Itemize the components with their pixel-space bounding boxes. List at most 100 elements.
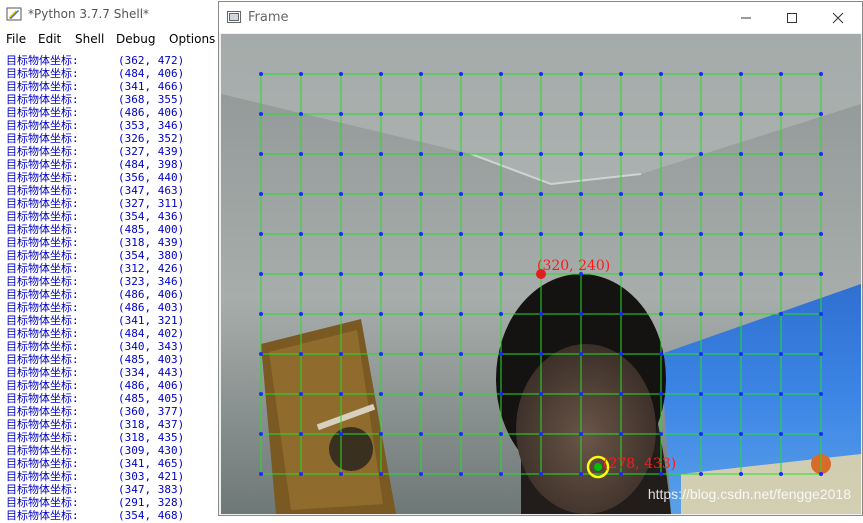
grid-dot <box>459 232 463 236</box>
grid-dot <box>539 352 543 356</box>
grid-dot <box>299 312 303 316</box>
grid-dot <box>459 432 463 436</box>
shell-titlebar[interactable]: *Python 3.7.7 Shell* <box>0 0 225 30</box>
grid-dot <box>419 152 423 156</box>
output-line: 目标物体坐标: (347, 383) <box>6 481 221 496</box>
grid-dot <box>659 472 663 476</box>
grid-dot <box>699 472 703 476</box>
grid-dot <box>579 232 583 236</box>
output-line: 目标物体坐标: (291, 328) <box>6 494 221 509</box>
grid-dot <box>619 392 623 396</box>
grid-dot <box>739 352 743 356</box>
grid-dot <box>779 432 783 436</box>
grid-dot <box>299 272 303 276</box>
grid-dot <box>619 72 623 76</box>
person-face <box>516 344 656 514</box>
grid-dot <box>459 392 463 396</box>
minimize-button[interactable] <box>723 2 769 33</box>
output-line: 目标物体坐标: (485, 403) <box>6 351 221 366</box>
grid-dot <box>419 352 423 356</box>
grid-dot <box>299 352 303 356</box>
grid-dot <box>699 192 703 196</box>
grid-dot <box>699 72 703 76</box>
grid-dot <box>739 392 743 396</box>
grid-dot <box>659 392 663 396</box>
output-line: 目标物体坐标: (327, 311) <box>6 195 221 210</box>
camera-view[interactable]: (320, 240) (278, 433) https://blog.csdn.… <box>221 34 861 514</box>
grid-dot <box>259 112 263 116</box>
grid-dot <box>779 392 783 396</box>
grid-dot <box>339 112 343 116</box>
output-line: 目标物体坐标: (486, 403) <box>6 299 221 314</box>
grid-dot <box>819 192 823 196</box>
menu-file[interactable]: File <box>6 32 26 46</box>
grid-dot <box>819 152 823 156</box>
close-button[interactable] <box>815 2 861 33</box>
grid-dot <box>699 352 703 356</box>
grid-dot <box>419 312 423 316</box>
grid-dot <box>739 432 743 436</box>
maximize-button[interactable] <box>769 2 815 33</box>
shell-output[interactable]: 目标物体坐标: (362, 472) 目标物体坐标: (484, 406) 目标物体坐标… <box>6 52 221 522</box>
grid-dot <box>539 432 543 436</box>
grid-dot <box>619 472 623 476</box>
grid-dot <box>819 272 823 276</box>
grid-dot <box>259 72 263 76</box>
grid-dot <box>619 352 623 356</box>
grid-dot <box>459 72 463 76</box>
grid-dot <box>379 392 383 396</box>
output-line: 目标物体坐标: (354, 380) <box>6 247 221 262</box>
grid-dot <box>299 192 303 196</box>
grid-dot <box>699 432 703 436</box>
grid-dot <box>779 192 783 196</box>
target-coordinate-label: (278, 433) <box>603 456 676 472</box>
output-line: 目标物体坐标: (340, 343) <box>6 338 221 353</box>
output-line: 目标物体坐标: (326, 352) <box>6 130 221 145</box>
grid-dot <box>819 232 823 236</box>
grid-dot <box>259 392 263 396</box>
grid-dot <box>699 152 703 156</box>
menu-shell[interactable]: Shell <box>75 32 104 46</box>
grid-dot <box>499 112 503 116</box>
grid-dot <box>579 192 583 196</box>
frame-titlebar[interactable]: Frame <box>219 2 862 33</box>
grid-dot <box>779 112 783 116</box>
output-line: 目标物体坐标: (318, 437) <box>6 416 221 431</box>
output-line: 目标物体坐标: (368, 355) <box>6 91 221 106</box>
frame-window-title: Frame <box>248 10 289 25</box>
grid-dot <box>499 72 503 76</box>
minimize-icon <box>741 17 751 18</box>
grid-dot <box>619 272 623 276</box>
output-line: 目标物体坐标: (485, 400) <box>6 221 221 236</box>
menu-debug[interactable]: Debug <box>116 32 155 46</box>
grid-dot <box>539 392 543 396</box>
grid-dot <box>739 112 743 116</box>
output-line: 目标物体坐标: (318, 439) <box>6 234 221 249</box>
grid-dot <box>579 312 583 316</box>
grid-dot <box>299 472 303 476</box>
grid-dot <box>659 352 663 356</box>
grid-dot <box>379 312 383 316</box>
grid-dot <box>259 432 263 436</box>
menu-edit[interactable]: Edit <box>38 32 61 46</box>
output-coordinate: (354, 468) <box>118 509 185 522</box>
grid-dot <box>659 272 663 276</box>
grid-dot <box>659 432 663 436</box>
grid-dot <box>659 72 663 76</box>
grid-dot <box>499 472 503 476</box>
grid-dot <box>499 232 503 236</box>
grid-dot <box>699 112 703 116</box>
grid-dot <box>579 112 583 116</box>
grid-dot <box>619 112 623 116</box>
grid-dot <box>339 72 343 76</box>
grid-dot <box>499 272 503 276</box>
grid-dot <box>539 312 543 316</box>
grid-dot <box>419 272 423 276</box>
grid-dot <box>739 232 743 236</box>
output-line: 目标物体坐标: (309, 430) <box>6 442 221 457</box>
grid-dot <box>379 232 383 236</box>
grid-dot <box>499 432 503 436</box>
grid-dot <box>539 472 543 476</box>
menu-options[interactable]: Options <box>169 32 215 46</box>
output-line: 目标物体坐标: (484, 406) <box>6 65 221 80</box>
